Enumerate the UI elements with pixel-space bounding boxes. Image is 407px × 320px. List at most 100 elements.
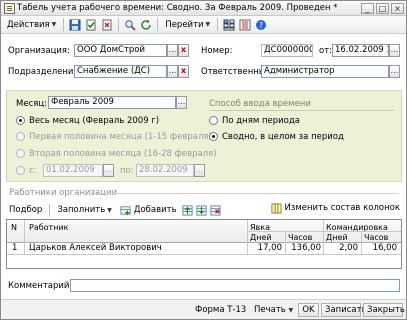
maximize-button[interactable]: □: [376, 3, 389, 14]
department-select-button[interactable]: ...: [167, 65, 178, 78]
bottom-bar: Форма Т-13 Печать ▼ OK Записать Закрыть: [1, 299, 406, 319]
ok-button[interactable]: OK: [298, 303, 319, 317]
document-window: Табель учета рабочего времени: Сводно. З…: [0, 0, 407, 320]
document-date-field[interactable]: 16.02.2009 14:30:: [332, 44, 389, 57]
workers-toolbar: Подбор Заполнить ▼ Добавить Изменить сос…: [6, 202, 402, 218]
workers-table: N Работник Явка Командировка Дней Часов …: [6, 219, 402, 269]
actions-menu-label: Действия: [7, 19, 50, 30]
row-trip-hours: 16,00: [372, 243, 397, 253]
print-menu-label: Печать: [254, 305, 286, 315]
responsible-select-button[interactable]: ...: [389, 65, 400, 78]
custom-to-label: по:: [120, 166, 134, 176]
custom-from-field[interactable]: 01.02.2009: [43, 164, 103, 177]
table-row[interactable]: 1 Царьков Алексей Викторович 17,00 136,0…: [7, 243, 401, 254]
select-button-label: Подбор: [9, 205, 43, 215]
toolbar-separator: [63, 18, 65, 31]
document-icon: [4, 2, 15, 14]
main-toolbar: Действия ▼ Перейти ▼ ?: [1, 16, 406, 34]
actions-menu[interactable]: Действия ▼: [4, 19, 59, 31]
fill-menu-label: Заполнить: [57, 205, 106, 215]
save-button[interactable]: Записать: [321, 303, 367, 317]
row-worker-name: Царьков Алексей Викторович: [29, 243, 162, 253]
help-icon[interactable]: ?: [254, 18, 268, 32]
month-label: Месяц:: [16, 99, 47, 109]
window-controls: _ □ ×: [361, 3, 404, 14]
add-row-label: Добавить: [133, 205, 177, 215]
responsible-field[interactable]: Администратор: [261, 65, 389, 78]
department-field[interactable]: Снабжение (ДС): [74, 65, 167, 78]
select-button[interactable]: Подбор: [6, 205, 45, 215]
col-trip-days-header[interactable]: Дней: [326, 233, 348, 242]
move-up-icon[interactable]: [182, 204, 194, 216]
month-field[interactable]: Февраль 2009: [48, 96, 176, 109]
custom-to-picker[interactable]: ...: [194, 164, 205, 177]
comment-field[interactable]: [70, 279, 400, 292]
organization-field[interactable]: ООО ДомСтрой: [74, 44, 167, 57]
col-trip-hours-header[interactable]: Часов: [364, 233, 388, 242]
post-document-icon[interactable]: [84, 18, 98, 32]
department-clear-button[interactable]: x: [178, 65, 189, 78]
form-t13-button[interactable]: Форма Т-13: [191, 303, 246, 317]
toolbar-separator: [118, 18, 120, 31]
find-icon[interactable]: [123, 18, 137, 32]
toolbar-separator: [217, 18, 219, 31]
close-button[interactable]: ×: [391, 3, 404, 14]
custom-from-picker[interactable]: ...: [103, 164, 114, 177]
chevron-down-icon: ▼: [205, 21, 211, 28]
add-row-icon: [120, 204, 132, 216]
radio-by-days[interactable]: [209, 116, 218, 125]
comment-label: Комментарий:: [8, 281, 73, 291]
col-worker-header[interactable]: Работник: [29, 223, 68, 232]
structure-icon[interactable]: [222, 18, 236, 32]
radio-by-days-label: По дням периода: [222, 116, 300, 126]
delete-row-icon[interactable]: [210, 204, 222, 216]
date-from-label: от:: [319, 46, 333, 56]
save-icon[interactable]: [68, 18, 82, 32]
custom-from-label: с:: [29, 166, 37, 176]
toolbar-separator: [157, 18, 159, 31]
print-menu[interactable]: Печать ▼: [250, 303, 295, 317]
input-mode-title: Способ ввода времени: [209, 99, 311, 109]
number-label: Номер:: [201, 46, 233, 56]
window-title: Табель учета рабочего времени: Сводно. З…: [17, 3, 338, 13]
chevron-down-icon: ▼: [51, 21, 57, 28]
unpost-document-icon[interactable]: [100, 18, 114, 32]
columns-icon: [270, 202, 282, 214]
radio-custom-period[interactable]: [16, 166, 25, 175]
col-att-hours-header[interactable]: Часов: [288, 233, 312, 242]
radio-whole-month[interactable]: [16, 116, 25, 125]
radio-first-half-label: Первая половина месяца (1-15 февраля): [29, 132, 212, 142]
col-att-days-header[interactable]: Дней: [250, 233, 272, 242]
row-trip-days: 2,00: [339, 243, 358, 253]
custom-to-field[interactable]: 28.02.2009: [136, 164, 194, 177]
move-down-icon[interactable]: [196, 204, 208, 216]
movements-icon[interactable]: [238, 18, 252, 32]
close-window-button[interactable]: Закрыть: [363, 303, 405, 317]
department-label: Подразделение:: [8, 67, 82, 77]
title-bar: Табель учета рабочего времени: Сводно. З…: [1, 1, 406, 16]
col-n-header[interactable]: N: [11, 223, 17, 232]
refresh-icon[interactable]: [139, 18, 153, 32]
radio-second-half-label: Вторая половина месяца (16-28 февраля): [29, 149, 217, 159]
radio-summary-label: Сводно, в целом за период: [222, 132, 344, 142]
row-att-days: 17,00: [257, 243, 282, 253]
radio-first-half[interactable]: [16, 132, 25, 141]
date-picker-button[interactable]: ...: [389, 44, 400, 57]
organization-clear-button[interactable]: x: [178, 44, 189, 57]
minimize-button[interactable]: _: [361, 3, 374, 14]
radio-second-half[interactable]: [16, 149, 25, 158]
organization-select-button[interactable]: ...: [167, 44, 178, 57]
radio-summary[interactable]: [209, 132, 218, 141]
goto-menu[interactable]: Перейти ▼: [162, 19, 213, 31]
radio-whole-month-label: Весь месяц (Февраль 2009 г): [29, 116, 160, 126]
change-columns-label: Изменить состав колонок: [284, 203, 400, 213]
goto-menu-label: Перейти: [165, 19, 204, 30]
header-group-divider: [247, 231, 401, 232]
month-select-button[interactable]: ...: [176, 96, 187, 109]
number-field[interactable]: ДС000000001: [261, 44, 313, 57]
fill-menu[interactable]: Заполнить ▼: [54, 205, 115, 215]
add-row-button[interactable]: Добавить: [117, 204, 180, 216]
change-columns-button[interactable]: Изменить состав колонок: [270, 202, 400, 214]
organization-label: Организация:: [8, 46, 70, 56]
row-divider: [7, 254, 401, 255]
